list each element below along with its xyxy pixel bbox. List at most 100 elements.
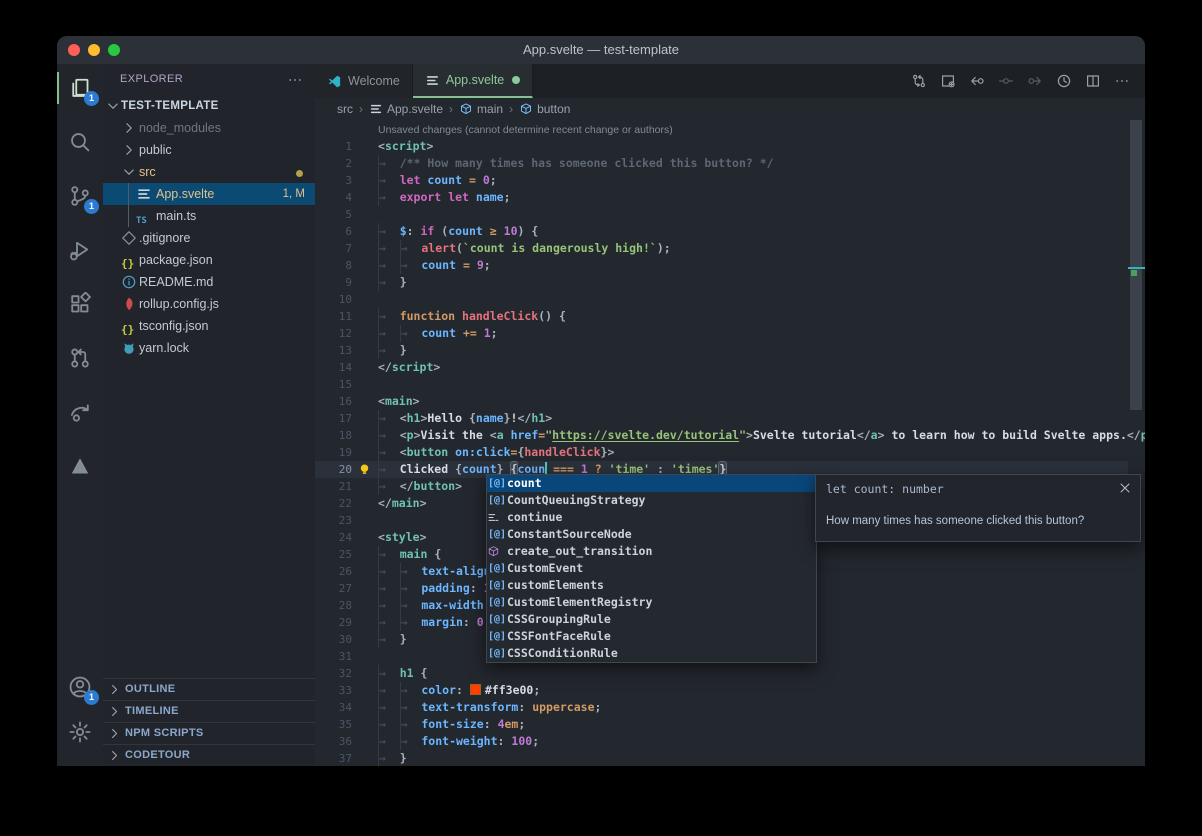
tab-app-svelte[interactable]: App.svelte	[413, 64, 533, 98]
code-line-5[interactable]: 5	[315, 206, 1128, 223]
code-line-34[interactable]: 34→→text-transform: uppercase;	[315, 699, 1128, 716]
tree-root-test-template[interactable]: TEST-TEMPLATE	[103, 95, 315, 117]
more-actions-icon[interactable]	[1111, 70, 1133, 92]
code-line-9[interactable]: 9→}	[315, 274, 1128, 291]
sidebar-item-src[interactable]: src	[103, 161, 315, 183]
split-editor-icon[interactable]	[1082, 70, 1104, 92]
suggestion-customevent[interactable]: [@]CustomEvent	[487, 560, 816, 577]
sidebar-item-rollup-config-js[interactable]: rollup.config.js	[103, 293, 315, 315]
unsaved-dot[interactable]	[512, 76, 520, 84]
breadcrumb-item-main[interactable]: main	[459, 102, 503, 116]
code-line-16[interactable]: 16<main>	[315, 393, 1128, 410]
code-line-18[interactable]: 18→<p>Visit the <a href="https://svelte.…	[315, 427, 1128, 444]
title-bar[interactable]: App.svelte — test-template	[57, 36, 1145, 65]
sidebar-item-readme-md[interactable]: README.md	[103, 271, 315, 293]
activity-bar-item-source-control[interactable]: 1	[57, 174, 103, 218]
compare-changes-icon[interactable]	[908, 70, 930, 92]
tab-whitespace-arrow: →	[378, 155, 400, 172]
code-line-15[interactable]: 15	[315, 376, 1128, 393]
close-button[interactable]	[68, 44, 80, 56]
code-line-33[interactable]: 33→→color: #ff3e00;	[315, 682, 1128, 699]
line-number: 19	[315, 444, 352, 461]
symbol-variable-icon: [@]	[487, 645, 507, 662]
code-line-19[interactable]: 19→<button on:click={handleClick}>	[315, 444, 1128, 461]
lightbulb-icon[interactable]	[357, 462, 372, 477]
token: "	[739, 428, 746, 442]
close-icon[interactable]	[1118, 481, 1132, 495]
token: );	[657, 241, 671, 255]
activity-bar-item-live-share[interactable]	[57, 390, 103, 434]
suggestion-cssfontfacerule[interactable]: [@]CSSFontFaceRule	[487, 628, 816, 645]
activity-bar-item-extensions[interactable]	[57, 282, 103, 326]
sidebar-item--gitignore[interactable]: .gitignore	[103, 227, 315, 249]
code-line-37[interactable]: 37→}	[315, 750, 1128, 766]
suggestion-cssconditionrule[interactable]: [@]CSSConditionRule	[487, 645, 816, 662]
suggestion-create_out_transition[interactable]: create_out_transition	[487, 543, 816, 560]
activity-bar-item-run-debug[interactable]	[57, 228, 103, 272]
activity-bar-item-azure[interactable]	[57, 444, 103, 488]
code-line-32[interactable]: 32→h1 {	[315, 665, 1128, 682]
code-line-4[interactable]: 4→export let name;	[315, 189, 1128, 206]
activity-bar-item-github-pull-requests[interactable]	[57, 336, 103, 380]
sidebar-item-public[interactable]: public	[103, 139, 315, 161]
tab-welcome[interactable]: Welcome	[315, 64, 413, 98]
zoom-button[interactable]	[108, 44, 120, 56]
json-braces-icon: {}	[121, 318, 137, 334]
sidebar-item-yarn-lock[interactable]: yarn.lock	[103, 337, 315, 359]
activity-bar-item-search[interactable]	[57, 120, 103, 164]
sidebar-item-node-modules[interactable]: node_modules	[103, 117, 315, 139]
sidebar-item-tsconfig-json[interactable]: {}tsconfig.json	[103, 315, 315, 337]
token: font-weight	[421, 734, 497, 748]
open-changes-icon[interactable]	[937, 70, 959, 92]
vertical-scrollbar[interactable]	[1130, 120, 1142, 410]
code-line-12[interactable]: 12→→count += 1;	[315, 325, 1128, 342]
sidebar-item-app-svelte[interactable]: App.svelte1, M	[103, 183, 315, 205]
navigate-position-icon[interactable]	[995, 70, 1017, 92]
breadcrumb[interactable]: src›App.svelte›main›button	[315, 98, 1145, 120]
folder-modified-dot	[296, 170, 303, 177]
sidebar-item-main-ts[interactable]: TSmain.ts	[103, 205, 315, 227]
token: >	[878, 428, 885, 442]
sidebar-item-package-json[interactable]: {}package.json	[103, 249, 315, 271]
code-line-7[interactable]: 7→→alert(`count is dangerously high!`);	[315, 240, 1128, 257]
suggestion-countqueuingstrategy[interactable]: [@]CountQueuingStrategy	[487, 492, 816, 509]
breadcrumb-item-button[interactable]: button	[519, 102, 570, 116]
suggestion-label: continue	[507, 509, 562, 526]
activity-bar-item-explorer[interactable]: 1	[57, 66, 103, 110]
activity-bar-item-accounts[interactable]: 1	[57, 665, 103, 709]
minimize-button[interactable]	[88, 44, 100, 56]
code-line-10[interactable]: 10	[315, 291, 1128, 308]
suggestion-customelementregistry[interactable]: [@]CustomElementRegistry	[487, 594, 816, 611]
more-actions-icon[interactable]	[287, 72, 303, 88]
code-line-2[interactable]: 2→/** How many times has someone clicked…	[315, 155, 1128, 172]
line-number: 20	[315, 461, 352, 478]
activity-bar-item-settings[interactable]	[57, 710, 103, 754]
sidebar-section-outline[interactable]: OUTLINE	[103, 678, 315, 700]
sidebar-section-timeline[interactable]: TIMELINE	[103, 700, 315, 722]
code-line-8[interactable]: 8→→count = 9;	[315, 257, 1128, 274]
editor-content[interactable]: Unsaved changes (cannot determine recent…	[315, 120, 1145, 766]
sidebar-section-codetour[interactable]: CODETOUR	[103, 744, 315, 766]
token: font-size	[421, 717, 483, 731]
breadcrumb-item-src[interactable]: src	[337, 102, 353, 116]
sidebar-section-npm-scripts[interactable]: NPM SCRIPTS	[103, 722, 315, 744]
code-line-14[interactable]: 14</script>	[315, 359, 1128, 376]
code-line-35[interactable]: 35→→font-size: 4em;	[315, 716, 1128, 733]
timeline-history-icon[interactable]	[1053, 70, 1075, 92]
suggestion-count[interactable]: [@]count	[487, 475, 816, 492]
code-line-11[interactable]: 11→function handleClick() {	[315, 308, 1128, 325]
code-line-3[interactable]: 3→let count = 0;	[315, 172, 1128, 189]
code-line-17[interactable]: 17→<h1>Hello {name}!</h1>	[315, 410, 1128, 427]
suggestion-cssgroupingrule[interactable]: [@]CSSGroupingRule	[487, 611, 816, 628]
navigate-back-icon[interactable]	[966, 70, 988, 92]
code-line-1[interactable]: 1<script>	[315, 138, 1128, 155]
breadcrumb-item-app-svelte[interactable]: App.svelte	[369, 102, 443, 116]
navigate-forward-icon[interactable]	[1024, 70, 1046, 92]
code-line-13[interactable]: 13→}	[315, 342, 1128, 359]
suggestion-constantsourcenode[interactable]: [@]ConstantSourceNode	[487, 526, 816, 543]
codelens-annotation[interactable]: Unsaved changes (cannot determine recent…	[378, 122, 673, 138]
suggestion-customelements[interactable]: [@]customElements	[487, 577, 816, 594]
suggestion-continue[interactable]: continue	[487, 509, 816, 526]
code-line-36[interactable]: 36→→font-weight: 100;	[315, 733, 1128, 750]
code-line-6[interactable]: 6→$: if (count ≥ 10) {	[315, 223, 1128, 240]
